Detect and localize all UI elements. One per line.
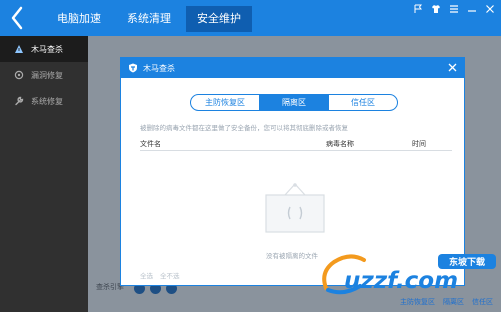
- uzzf-watermark-logo: 东坡下载 uzzf.com: [320, 250, 500, 298]
- dialog-close-icon[interactable]: [447, 62, 458, 73]
- table-header: 文件名 病毒名称 时间: [140, 137, 452, 151]
- tab-speedup[interactable]: 电脑加速: [46, 6, 112, 32]
- shield-icon: [128, 63, 138, 73]
- sidebar-item-vuln-repair[interactable]: 漏洞修复: [0, 62, 88, 88]
- top-bar: 电脑加速 系统清理 安全维护: [0, 0, 501, 36]
- sidebar-item-system-repair[interactable]: 系统修复: [0, 88, 88, 114]
- zone-segmented-control: 主防恢复区 隔离区 信任区: [190, 94, 398, 111]
- tab-security[interactable]: 安全维护: [186, 6, 252, 32]
- link-quarantine[interactable]: 隔离区: [443, 297, 464, 307]
- sidebar-item-label: 系统修复: [31, 96, 63, 106]
- select-none-link[interactable]: 全不选: [160, 270, 180, 280]
- watermark-logo-text: uzzf.com: [344, 268, 458, 294]
- shirt-icon[interactable]: [431, 4, 441, 14]
- link-trust-zone[interactable]: 信任区: [472, 297, 493, 307]
- flag-icon[interactable]: [413, 4, 423, 14]
- sidebar-item-trojan-scan[interactable]: 木马查杀: [0, 36, 88, 62]
- column-virus-name[interactable]: 病毒名称: [326, 139, 354, 149]
- tab-system-clean[interactable]: 系统清理: [116, 6, 182, 32]
- empty-state-text: 没有被隔离的文件: [266, 252, 318, 260]
- hazard-icon: [14, 44, 24, 54]
- wrench-icon: [14, 96, 24, 106]
- back-arrow-icon[interactable]: [6, 4, 32, 32]
- segment-quarantine[interactable]: 隔离区: [260, 95, 329, 110]
- top-nav: 电脑加速 系统清理 安全维护: [46, 6, 256, 32]
- quarantine-hint: 被删除的病毒文件都在这里做了安全备份，您可以将其彻底删除或者恢复: [140, 124, 348, 132]
- repair-icon: [14, 70, 24, 80]
- link-active-defense-restore[interactable]: 主防恢复区: [400, 297, 435, 307]
- bottom-links: 主防恢复区 隔离区 信任区: [400, 297, 493, 307]
- selection-links: 全选 全不选: [140, 270, 180, 280]
- dialog-title: 木马查杀: [143, 63, 175, 73]
- segment-trust-zone[interactable]: 信任区: [329, 95, 397, 110]
- column-filename[interactable]: 文件名: [140, 139, 161, 149]
- select-all-link[interactable]: 全选: [140, 270, 153, 280]
- watermark-badge: 东坡下载: [449, 256, 485, 268]
- close-icon[interactable]: [485, 4, 495, 14]
- segment-active-defense-restore[interactable]: 主防恢复区: [191, 95, 260, 110]
- menu-icon[interactable]: [449, 4, 459, 14]
- sidebar-item-label: 木马查杀: [31, 44, 63, 54]
- sidebar-item-label: 漏洞修复: [31, 70, 63, 80]
- minimize-icon[interactable]: [467, 4, 477, 14]
- window-controls: [413, 4, 495, 14]
- dialog-title-bar: 木马查杀: [121, 58, 464, 78]
- sidebar: 木马查杀 漏洞修复 系统修复: [0, 36, 88, 312]
- column-time[interactable]: 时间: [412, 139, 426, 149]
- empty-frame-icon: [264, 182, 326, 234]
